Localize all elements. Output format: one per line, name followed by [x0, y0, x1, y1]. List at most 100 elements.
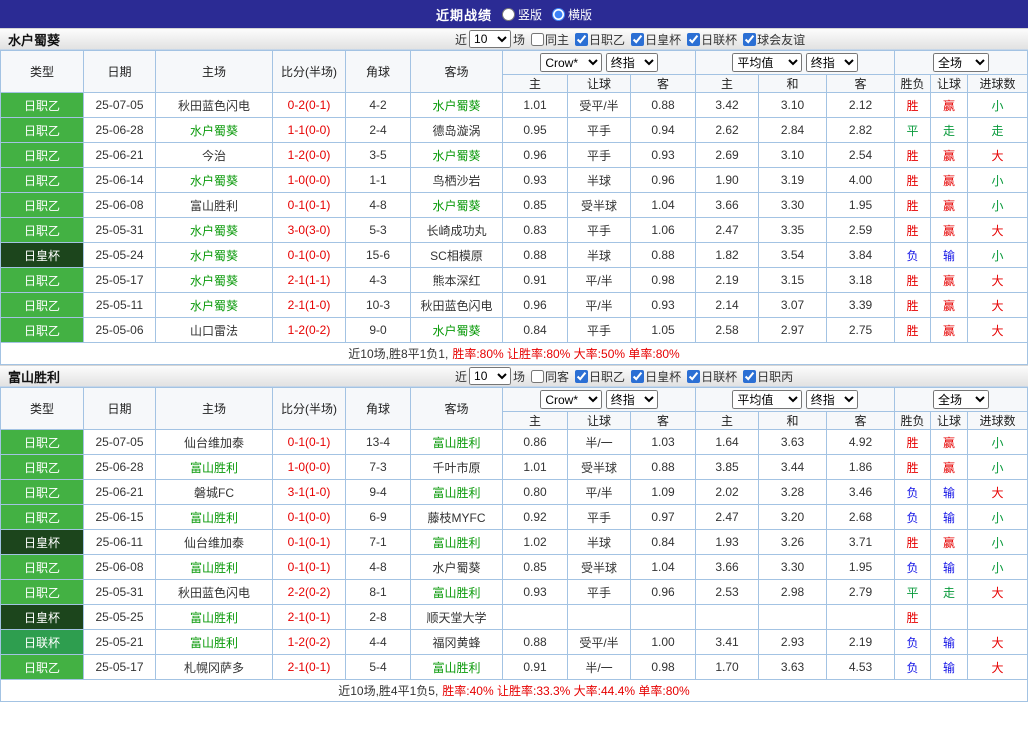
home-team[interactable]: 山口雷法 — [155, 317, 273, 343]
filter-checkbox[interactable] — [743, 32, 757, 46]
home-team[interactable]: 富山胜利 — [155, 629, 273, 655]
home-team[interactable]: 仙台维加泰 — [155, 429, 273, 455]
col-odds-home: 主 — [502, 411, 568, 430]
final-index-select[interactable]: 终指 — [605, 53, 658, 72]
home-team[interactable]: 富山胜利 — [155, 604, 273, 630]
layout-option-vertical[interactable]: 竖版 — [501, 6, 542, 23]
odds-handicap: 半/一 — [567, 429, 631, 455]
odds-home: 1.01 — [502, 454, 568, 480]
home-team[interactable]: 水户蜀葵 — [155, 217, 273, 243]
bookmaker-header: Crow* 终指 — [501, 50, 697, 75]
home-team[interactable]: 水户蜀葵 — [155, 242, 273, 268]
home-team[interactable]: 札幌冈萨多 — [155, 654, 273, 680]
home-team[interactable]: 今治 — [155, 142, 273, 168]
full-match-select[interactable]: 全场 — [933, 53, 990, 72]
away-team[interactable]: 秋田蓝色闪电 — [410, 292, 503, 318]
bookmaker-select[interactable]: Crow* — [540, 390, 603, 409]
filter-option[interactable]: 日联杯 — [685, 31, 737, 48]
filter-option[interactable]: 日职乙 — [573, 368, 625, 385]
avg-draw: 3.35 — [758, 217, 828, 243]
home-team[interactable]: 仙台维加泰 — [155, 529, 273, 555]
away-team[interactable]: 德岛漩涡 — [410, 117, 503, 143]
away-team[interactable]: 富山胜利 — [410, 479, 503, 505]
bookmaker-select[interactable]: Crow* — [540, 53, 603, 72]
filter-checkbox[interactable] — [631, 369, 645, 383]
home-team[interactable]: 秋田蓝色闪电 — [155, 579, 273, 605]
filter-checkbox[interactable] — [631, 32, 645, 46]
filter-option[interactable]: 同主 — [529, 31, 569, 48]
away-team[interactable]: 水户蜀葵 — [410, 142, 503, 168]
away-team[interactable]: 熊本深红 — [410, 267, 503, 293]
away-team[interactable]: 富山胜利 — [410, 579, 503, 605]
vertical-radio[interactable] — [501, 7, 515, 21]
filter-option[interactable]: 球会友谊 — [741, 31, 805, 48]
away-team[interactable]: 富山胜利 — [410, 429, 503, 455]
away-team[interactable]: 水户蜀葵 — [410, 92, 503, 118]
away-team[interactable]: 长崎成功丸 — [410, 217, 503, 243]
col-score: 比分(半场) — [272, 50, 346, 93]
filter-option[interactable]: 日皇杯 — [629, 31, 681, 48]
away-team[interactable]: 水户蜀葵 — [410, 317, 503, 343]
away-team[interactable]: 鸟栖沙岩 — [410, 167, 503, 193]
away-team[interactable]: 千叶市原 — [410, 454, 503, 480]
filter-option[interactable]: 日联杯 — [685, 368, 737, 385]
layout-option-horizontal[interactable]: 横版 — [552, 6, 592, 23]
filter-checkbox[interactable] — [531, 32, 545, 46]
result-handicap: 赢 — [930, 192, 969, 218]
full-match-select[interactable]: 全场 — [933, 390, 990, 409]
filter-checkbox[interactable] — [531, 369, 545, 383]
filter-checkbox[interactable] — [575, 32, 589, 46]
filter-checkbox[interactable] — [743, 369, 757, 383]
avg-home: 1.90 — [695, 167, 760, 193]
home-team[interactable]: 秋田蓝色闪电 — [155, 92, 273, 118]
result-goals: 大 — [967, 217, 1028, 243]
avg-home: 3.66 — [695, 192, 760, 218]
filter-option[interactable]: 日职丙 — [741, 368, 793, 385]
away-team[interactable]: 顺天堂大学 — [410, 604, 503, 630]
result-goals: 小 — [967, 529, 1028, 555]
table-row: 日皇杯 25-05-24 水户蜀葵 0-1(0-0) 15-6 SC相模原 0.88 半球 0.… — [0, 242, 1028, 268]
result-wdl: 胜 — [894, 292, 932, 318]
home-team[interactable]: 富山胜利 — [155, 554, 273, 580]
away-team[interactable]: SC相模原 — [410, 242, 503, 268]
result-wdl: 胜 — [894, 217, 932, 243]
filter-checkbox[interactable] — [575, 369, 589, 383]
away-team[interactable]: 水户蜀葵 — [410, 192, 503, 218]
match-count-select[interactable]: 10 — [469, 30, 512, 48]
match-score: 2-1(0-1) — [272, 604, 346, 630]
home-team[interactable]: 水户蜀葵 — [155, 167, 273, 193]
away-team[interactable]: 富山胜利 — [410, 529, 503, 555]
col-corner: 角球 — [345, 387, 411, 430]
away-team[interactable]: 福冈黄蜂 — [410, 629, 503, 655]
match-count-select[interactable]: 10 — [469, 367, 512, 385]
avg-away: 2.59 — [826, 217, 896, 243]
filter-option[interactable]: 日皇杯 — [629, 368, 681, 385]
away-team[interactable]: 藤枝MYFC — [410, 504, 503, 530]
corners: 7-3 — [345, 454, 411, 480]
odds-handicap: 平手 — [567, 504, 631, 530]
filter-option[interactable]: 日职乙 — [573, 31, 625, 48]
filter-checkbox[interactable] — [687, 369, 701, 383]
home-team[interactable]: 水户蜀葵 — [155, 117, 273, 143]
away-team[interactable]: 富山胜利 — [410, 654, 503, 680]
horizontal-radio[interactable] — [552, 7, 565, 21]
home-team[interactable]: 富山胜利 — [155, 192, 273, 218]
average-select[interactable]: 平均值 — [732, 53, 803, 72]
filter-option[interactable]: 同客 — [529, 368, 569, 385]
average-select[interactable]: 平均值 — [732, 390, 803, 409]
final-index-select-2[interactable]: 终指 — [805, 390, 858, 409]
away-team[interactable]: 水户蜀葵 — [410, 554, 503, 580]
odds-handicap: 受半球 — [567, 192, 631, 218]
home-team[interactable]: 水户蜀葵 — [155, 292, 273, 318]
home-team[interactable]: 富山胜利 — [155, 454, 273, 480]
home-team[interactable]: 水户蜀葵 — [155, 267, 273, 293]
final-index-select-2[interactable]: 终指 — [805, 53, 858, 72]
filter-checkbox[interactable] — [687, 32, 701, 46]
home-team[interactable]: 富山胜利 — [155, 504, 273, 530]
results-table: 类型 日期 主场 比分(半场) 角球 客场 Crow* 终指 平均值 终指 全场 — [0, 387, 1028, 680]
match-score: 2-1(0-1) — [272, 654, 346, 680]
games-label: 场 — [513, 32, 526, 47]
final-index-select[interactable]: 终指 — [605, 390, 658, 409]
result-goals: 大 — [967, 142, 1028, 168]
home-team[interactable]: 磐城FC — [155, 479, 273, 505]
